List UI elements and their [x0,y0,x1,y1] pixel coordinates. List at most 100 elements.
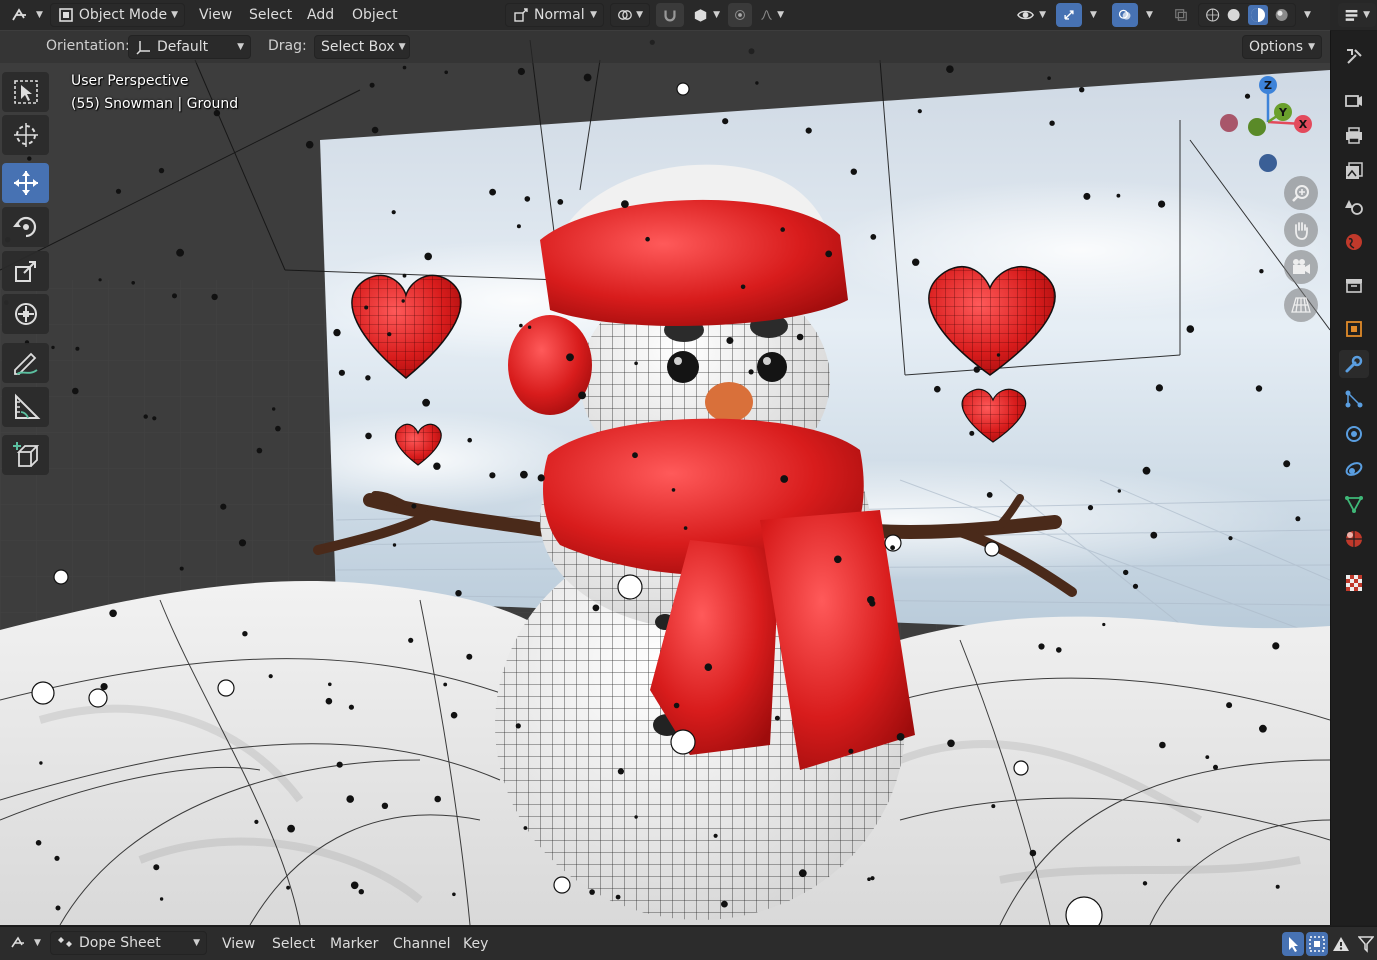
properties-tabs [1330,31,1377,925]
timeline-editor-type-button[interactable]: ▼ [4,931,47,955]
dope-sheet-mode-dropdown[interactable]: Dope Sheet ▼ [50,931,207,955]
dope-sheet-icon [58,937,72,947]
tab-particles[interactable] [1339,385,1369,413]
snow-particle [27,156,32,161]
snow-particle [825,250,833,258]
dope-menu-channel[interactable]: Channel [387,933,456,955]
drag-label: Drag: [268,38,307,54]
snow-particle [671,488,676,492]
material-sphere-icon [1346,531,1362,547]
proportional-edit-toggle[interactable] [728,3,752,27]
tab-texture[interactable] [1339,569,1369,597]
solid-shading-icon[interactable] [1226,6,1241,24]
move-tool[interactable] [2,163,49,203]
overlays-dropdown[interactable]: ▼ [1140,3,1164,27]
neg-y-axis-handle[interactable] [1248,118,1266,136]
snow-particle [422,398,430,407]
tab-physics[interactable] [1339,420,1369,448]
dope-menu-select[interactable]: Select [266,933,321,955]
neg-z-axis-handle[interactable] [1259,154,1277,172]
menu-select[interactable]: Select [243,4,298,26]
shading-dropdown[interactable]: ▼ [1298,3,1318,27]
snow-particle [520,470,528,479]
tab-render[interactable] [1339,86,1369,114]
snow-particle [100,683,108,691]
tab-object[interactable] [1339,315,1369,343]
rendered-shading-icon[interactable] [1274,6,1289,24]
snow-particle [365,375,371,381]
wireframe-shading-icon[interactable] [1205,6,1220,24]
snow-particle [444,70,449,75]
object-info: (55) Snowman | Ground [71,96,239,112]
menu-add[interactable]: Add [301,4,340,26]
measure-tool[interactable] [2,387,49,427]
dope-menu-key[interactable]: Key [457,933,494,955]
snow-particle [348,704,354,710]
xray-icon [1175,9,1187,21]
menu-object[interactable]: Object [346,4,404,26]
gizmo-dropdown[interactable]: ▼ [1084,3,1108,27]
navigation-gizmo[interactable]: Z X Y [1215,72,1325,182]
editor-type-button[interactable]: ▼ [4,3,49,27]
overlays-toggle[interactable] [1112,3,1138,27]
tab-tool[interactable] [1339,43,1369,71]
properties-editor-type-button[interactable]: ▼ [1338,3,1376,27]
snow-particle [305,140,314,149]
tab-collection[interactable] [1339,271,1369,299]
tab-world[interactable] [1339,228,1369,256]
rotate-tool[interactable] [2,207,49,247]
pivot-point-dropdown[interactable]: ▼ [610,3,650,27]
menu-view[interactable]: View [193,4,238,26]
snow-particle [336,761,343,768]
drag-dropdown[interactable]: Select Box ▼ [314,35,410,59]
snow-particle [519,323,523,328]
annotate-tool[interactable] [2,343,49,383]
orientation-dropdown[interactable]: Default ▼ [128,35,251,59]
visibility-dropdown[interactable]: ▼ [1010,3,1052,27]
filters-button[interactable] [1356,932,1376,956]
chevron-down-icon: ▼ [713,10,720,20]
particles-icon [1345,390,1363,408]
snow-particle [516,224,521,229]
zoom-button[interactable] [1284,176,1318,210]
tab-modifiers[interactable] [1339,350,1369,378]
neg-x-axis-handle[interactable] [1220,114,1238,132]
snow-particle [726,337,734,344]
select-box-tool[interactable] [2,72,49,112]
snow-particle [621,200,629,209]
xray-toggle[interactable] [1168,3,1194,27]
dope-menu-marker[interactable]: Marker [324,933,384,955]
tab-data[interactable] [1339,490,1369,518]
tab-material[interactable] [1339,525,1369,553]
dope-menu-view[interactable]: View [216,933,261,955]
perspective-toggle-button[interactable] [1284,288,1318,322]
chevron-down-icon: ▼ [237,42,244,52]
snow-particle [1117,489,1122,493]
tab-output[interactable] [1339,121,1369,149]
tab-scene[interactable] [1339,192,1369,220]
pan-button[interactable] [1284,213,1318,247]
camera-view-button[interactable] [1284,250,1318,284]
cursor-tool[interactable] [2,115,49,155]
tab-view-layer[interactable] [1339,157,1369,185]
object-cube-icon [1346,321,1362,337]
snow-particle [912,258,920,266]
snap-target-dropdown[interactable]: ▼ [686,3,726,27]
tab-constraints[interactable] [1339,455,1369,483]
snow-particle [401,299,405,303]
only-errors-toggle[interactable] [1330,932,1352,956]
only-selected-toggle[interactable] [1282,932,1304,956]
add-cube-tool[interactable] [2,435,49,475]
transform-orientation-dropdown[interactable]: Normal ▼ [505,3,604,27]
scale-tool[interactable] [2,251,49,291]
snow-particle [131,281,135,285]
gizmo-toggle[interactable] [1056,3,1082,27]
snap-toggle[interactable] [656,3,684,27]
3d-viewport[interactable] [0,0,1330,925]
proportional-falloff-dropdown[interactable]: ▼ [754,3,790,27]
transform-tool[interactable] [2,294,49,334]
options-dropdown[interactable]: Options ▼ [1242,35,1322,59]
material-preview-button[interactable] [1247,5,1268,25]
mode-dropdown[interactable]: Object Mode ▼ [50,3,185,27]
show-hidden-toggle[interactable] [1306,932,1328,956]
